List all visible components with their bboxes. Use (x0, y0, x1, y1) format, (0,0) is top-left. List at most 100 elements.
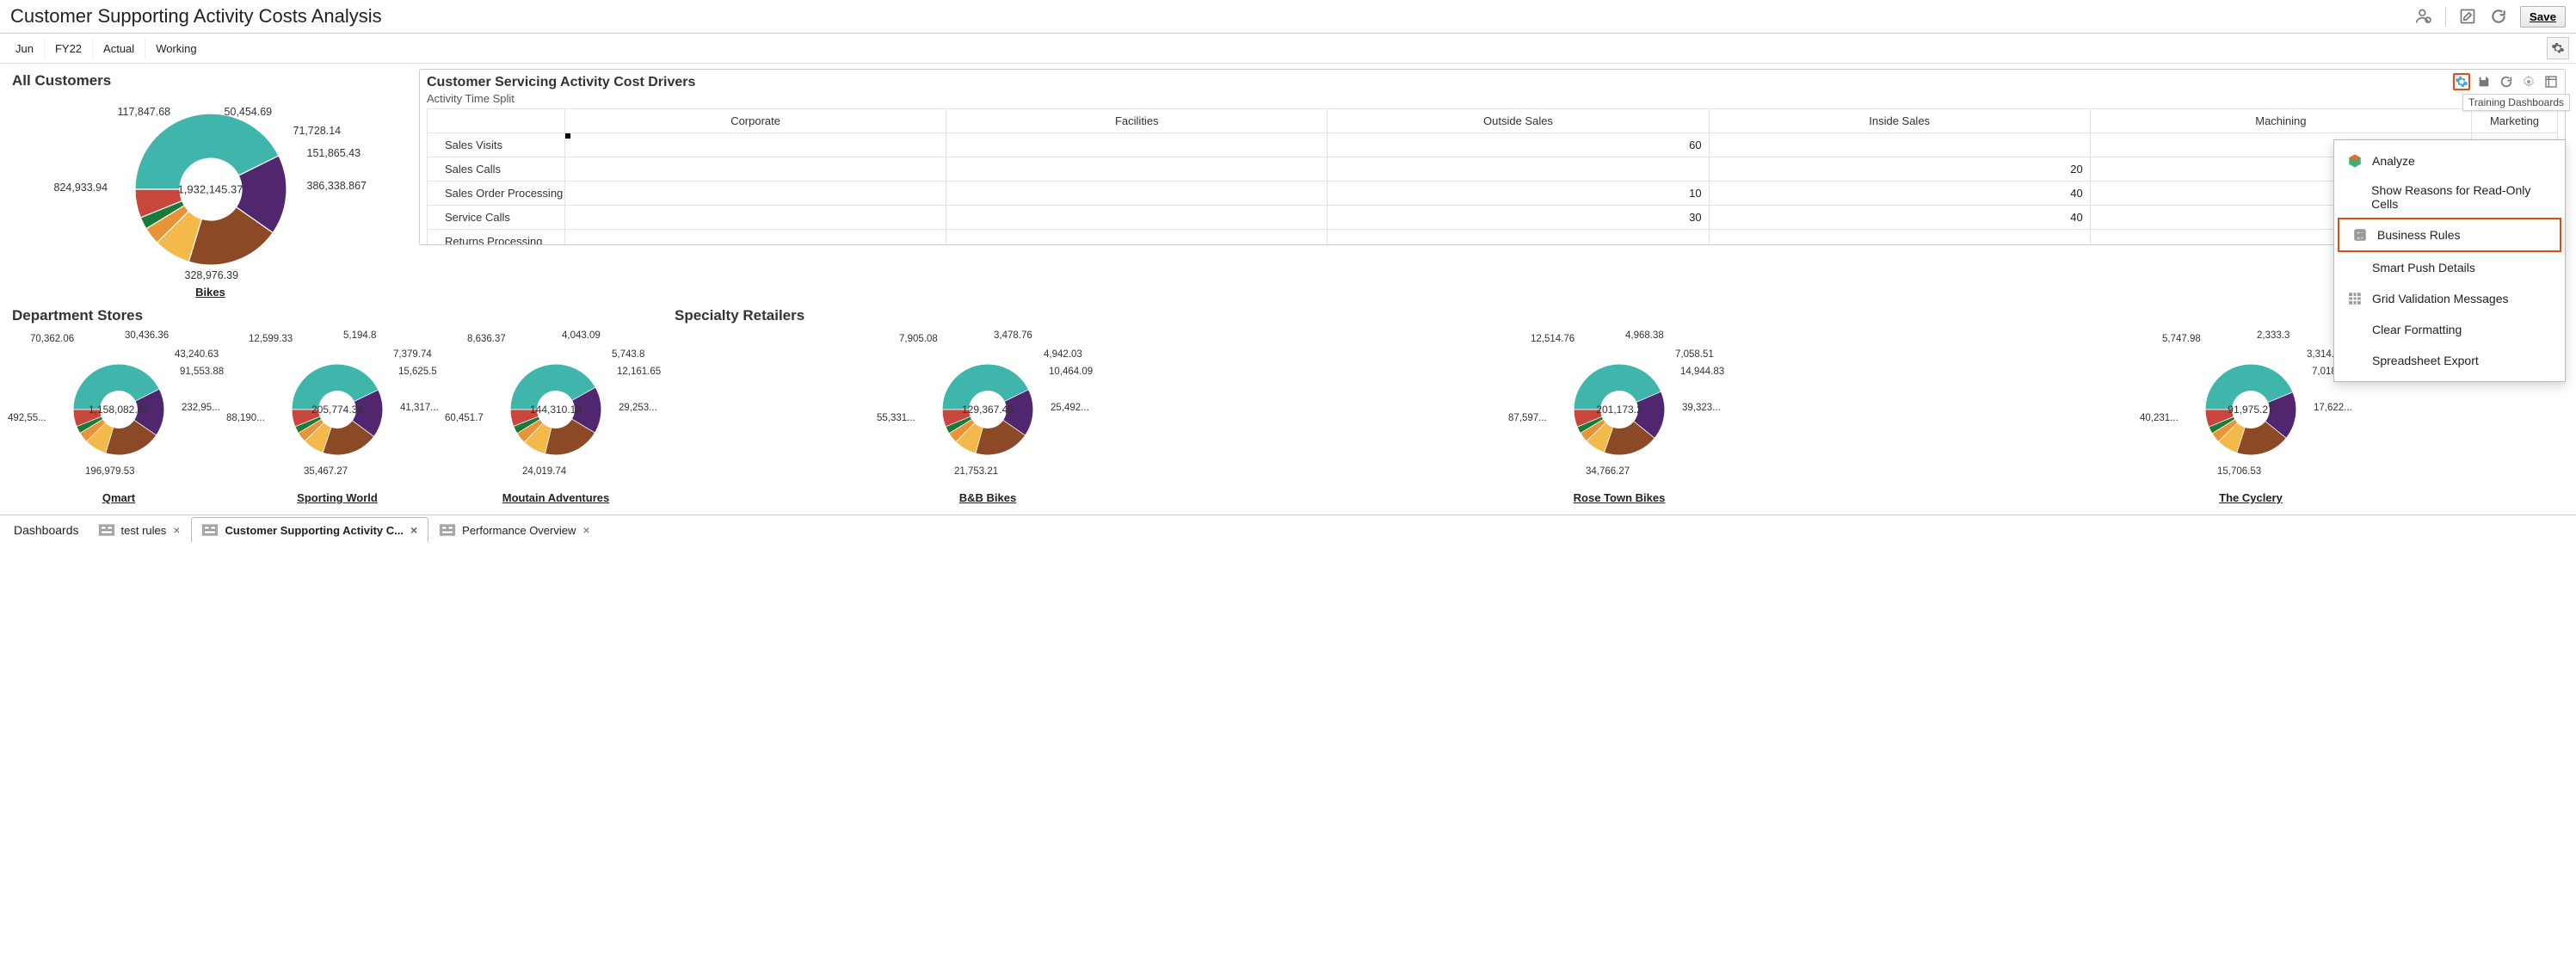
col-machining[interactable]: Machining (2090, 109, 2471, 133)
grid-settings-icon[interactable] (2520, 73, 2537, 90)
row-header[interactable]: Returns Processing (428, 230, 565, 245)
chart-center-value: 1,932,145.37 (178, 183, 243, 196)
footer-tab[interactable]: Customer Supporting Activity C...× (191, 517, 428, 542)
dashboard-body: All Customers 824,933.94 328,976.39 386,… (0, 64, 2576, 515)
dept-stores-section: Department Stores 70,362.0630,436.3643,2… (10, 304, 664, 504)
grid-cell[interactable] (565, 206, 946, 230)
grid-tooltip: Training Dashboards (2462, 94, 2570, 111)
col-marketing[interactable]: Marketing (2472, 109, 2558, 133)
footer-tab[interactable]: Performance Overview× (428, 517, 601, 542)
chart-qmart[interactable]: 70,362.0630,436.3643,240.6391,553.88232,… (11, 328, 226, 504)
menu-item-spreadsheet-export[interactable]: Spreadsheet Export (2334, 345, 2565, 376)
chart-caption-bikes[interactable]: Bikes (195, 286, 225, 299)
user-settings-icon[interactable] (2414, 7, 2433, 26)
pov-version[interactable]: Working (145, 39, 206, 59)
table-row[interactable]: Service Calls 3040 (428, 206, 2558, 230)
footer-tab[interactable]: test rules × (88, 517, 192, 542)
grid-cell[interactable] (946, 230, 1328, 245)
menu-item-show-reasons-for-read-only-cells[interactable]: Show Reasons for Read-Only Cells (2334, 176, 2565, 218)
close-icon[interactable]: × (582, 523, 589, 537)
table-row[interactable]: Sales Order Processing 1040 (428, 182, 2558, 206)
chart-bnb_bikes[interactable]: 7,905.083,478.764,942.0310,464.0925,492.… (880, 328, 1095, 504)
row-header[interactable]: Sales Calls (428, 157, 565, 182)
dashboards-button[interactable]: Dashboards (5, 518, 88, 542)
row-header[interactable]: Sales Visits (428, 133, 565, 157)
menu-item-clear-formatting[interactable]: Clear Formatting (2334, 314, 2565, 345)
grid-cell[interactable]: 20 (1709, 157, 2090, 182)
menu-item-analyze[interactable]: Analyze (2334, 145, 2565, 176)
grid-table[interactable]: Corporate Facilities Outside Sales Insid… (427, 108, 2558, 244)
grid-cell[interactable] (1328, 230, 1709, 245)
menu-item-label: Analyze (2372, 154, 2415, 168)
chart-all-customers[interactable]: 824,933.94 328,976.39 386,338.867 151,86… (10, 93, 410, 299)
chart-sporting_world[interactable]: 12,599.335,194.87,379.7415,625.541,317..… (230, 328, 445, 504)
chart-center-value: 129,367.49 (962, 404, 1014, 416)
grid-cell[interactable] (565, 182, 946, 206)
grid-cell[interactable] (946, 206, 1328, 230)
grid-cell[interactable]: 60 (1328, 133, 1709, 157)
pov-period[interactable]: Jun (5, 39, 45, 59)
svg-text:×÷: ×÷ (2357, 236, 2363, 242)
grid-actions-icon[interactable] (2453, 73, 2470, 90)
grid-cell[interactable] (1709, 133, 2090, 157)
pov-year[interactable]: FY22 (45, 39, 93, 59)
row-header[interactable]: Service Calls (428, 206, 565, 230)
blank-icon (2346, 352, 2363, 369)
tab-label: test rules (121, 524, 167, 537)
save-button[interactable]: Save (2520, 6, 2566, 28)
col-inside-sales[interactable]: Inside Sales (1709, 109, 2090, 133)
chart-mountain_adventures[interactable]: 8,636.374,043.095,743.812,161.6529,253..… (448, 328, 663, 504)
grid-cell[interactable] (946, 133, 1328, 157)
pov-settings-icon[interactable] (2547, 37, 2569, 59)
chart-caption[interactable]: Qmart (102, 491, 135, 504)
col-outside-sales[interactable]: Outside Sales (1328, 109, 1709, 133)
table-row[interactable]: Sales Visits 60 (428, 133, 2558, 157)
grid-cell[interactable]: 30 (1328, 206, 1709, 230)
col-corporate[interactable]: Corporate (565, 109, 946, 133)
chart-caption[interactable]: The Cyclery (2219, 491, 2283, 504)
grid-cell[interactable]: 40 (1709, 182, 2090, 206)
grid-cell[interactable] (565, 230, 946, 245)
chart-the_cyclery[interactable]: 5,747.982,333.33,314.917,018.4217,622...… (2143, 328, 2358, 504)
footer-tabs: Dashboards test rules×Customer Supportin… (0, 515, 2576, 542)
grid-refresh-icon[interactable] (2498, 73, 2515, 90)
menu-item-label: Smart Push Details (2372, 261, 2475, 274)
grid-cell[interactable] (1709, 230, 2090, 245)
chart-rose_town_bikes[interactable]: 12,514.764,968.387,058.5114,944.8339,323… (1512, 328, 1727, 504)
chart-caption[interactable]: Rose Town Bikes (1574, 491, 1666, 504)
pov-scenario[interactable]: Actual (93, 39, 145, 59)
grid-cell[interactable] (946, 182, 1328, 206)
chart-center-value: 144,310.18 (530, 404, 582, 416)
grid-cell[interactable]: 10 (1328, 182, 1709, 206)
grid-maximize-icon[interactable] (2542, 73, 2560, 90)
section-title-all-customers: All Customers (12, 72, 410, 89)
col-facilities[interactable]: Facilities (946, 109, 1328, 133)
title-bar: Customer Supporting Activity Costs Analy… (0, 0, 2576, 34)
menu-item-grid-validation-messages[interactable]: Grid Validation Messages (2334, 283, 2565, 314)
chart-center-value: 205,774.33 (311, 404, 363, 416)
grid-cell[interactable] (565, 157, 946, 182)
cube-icon (2346, 152, 2363, 170)
chart-center-value: 1,158,082.37 (89, 404, 149, 416)
row-header[interactable]: Sales Order Processing (428, 182, 565, 206)
menu-item-label: Business Rules (2377, 228, 2461, 242)
table-row[interactable]: Sales Calls 20 (428, 157, 2558, 182)
grid-cell[interactable]: 40 (1709, 206, 2090, 230)
section-title-dept: Department Stores (12, 307, 664, 324)
pov-bar: Jun FY22 Actual Working (0, 34, 2576, 64)
close-icon[interactable]: × (410, 523, 417, 537)
table-row[interactable]: Returns Processing (428, 230, 2558, 245)
close-icon[interactable]: × (173, 523, 180, 537)
grid-cell[interactable] (565, 133, 946, 157)
grid-save-icon[interactable] (2475, 73, 2493, 90)
menu-item-business-rules[interactable]: +−×÷Business Rules (2338, 218, 2561, 252)
refresh-icon[interactable] (2489, 7, 2508, 26)
grid-cell[interactable] (1328, 157, 1709, 182)
grid-cell[interactable] (946, 157, 1328, 182)
chart-caption[interactable]: Sporting World (297, 491, 378, 504)
menu-item-smart-push-details[interactable]: Smart Push Details (2334, 252, 2565, 283)
chart-caption[interactable]: Moutain Adventures (502, 491, 609, 504)
dashboard-tab-icon (99, 524, 114, 536)
edit-icon[interactable] (2458, 7, 2477, 26)
chart-caption[interactable]: B&B Bikes (959, 491, 1016, 504)
